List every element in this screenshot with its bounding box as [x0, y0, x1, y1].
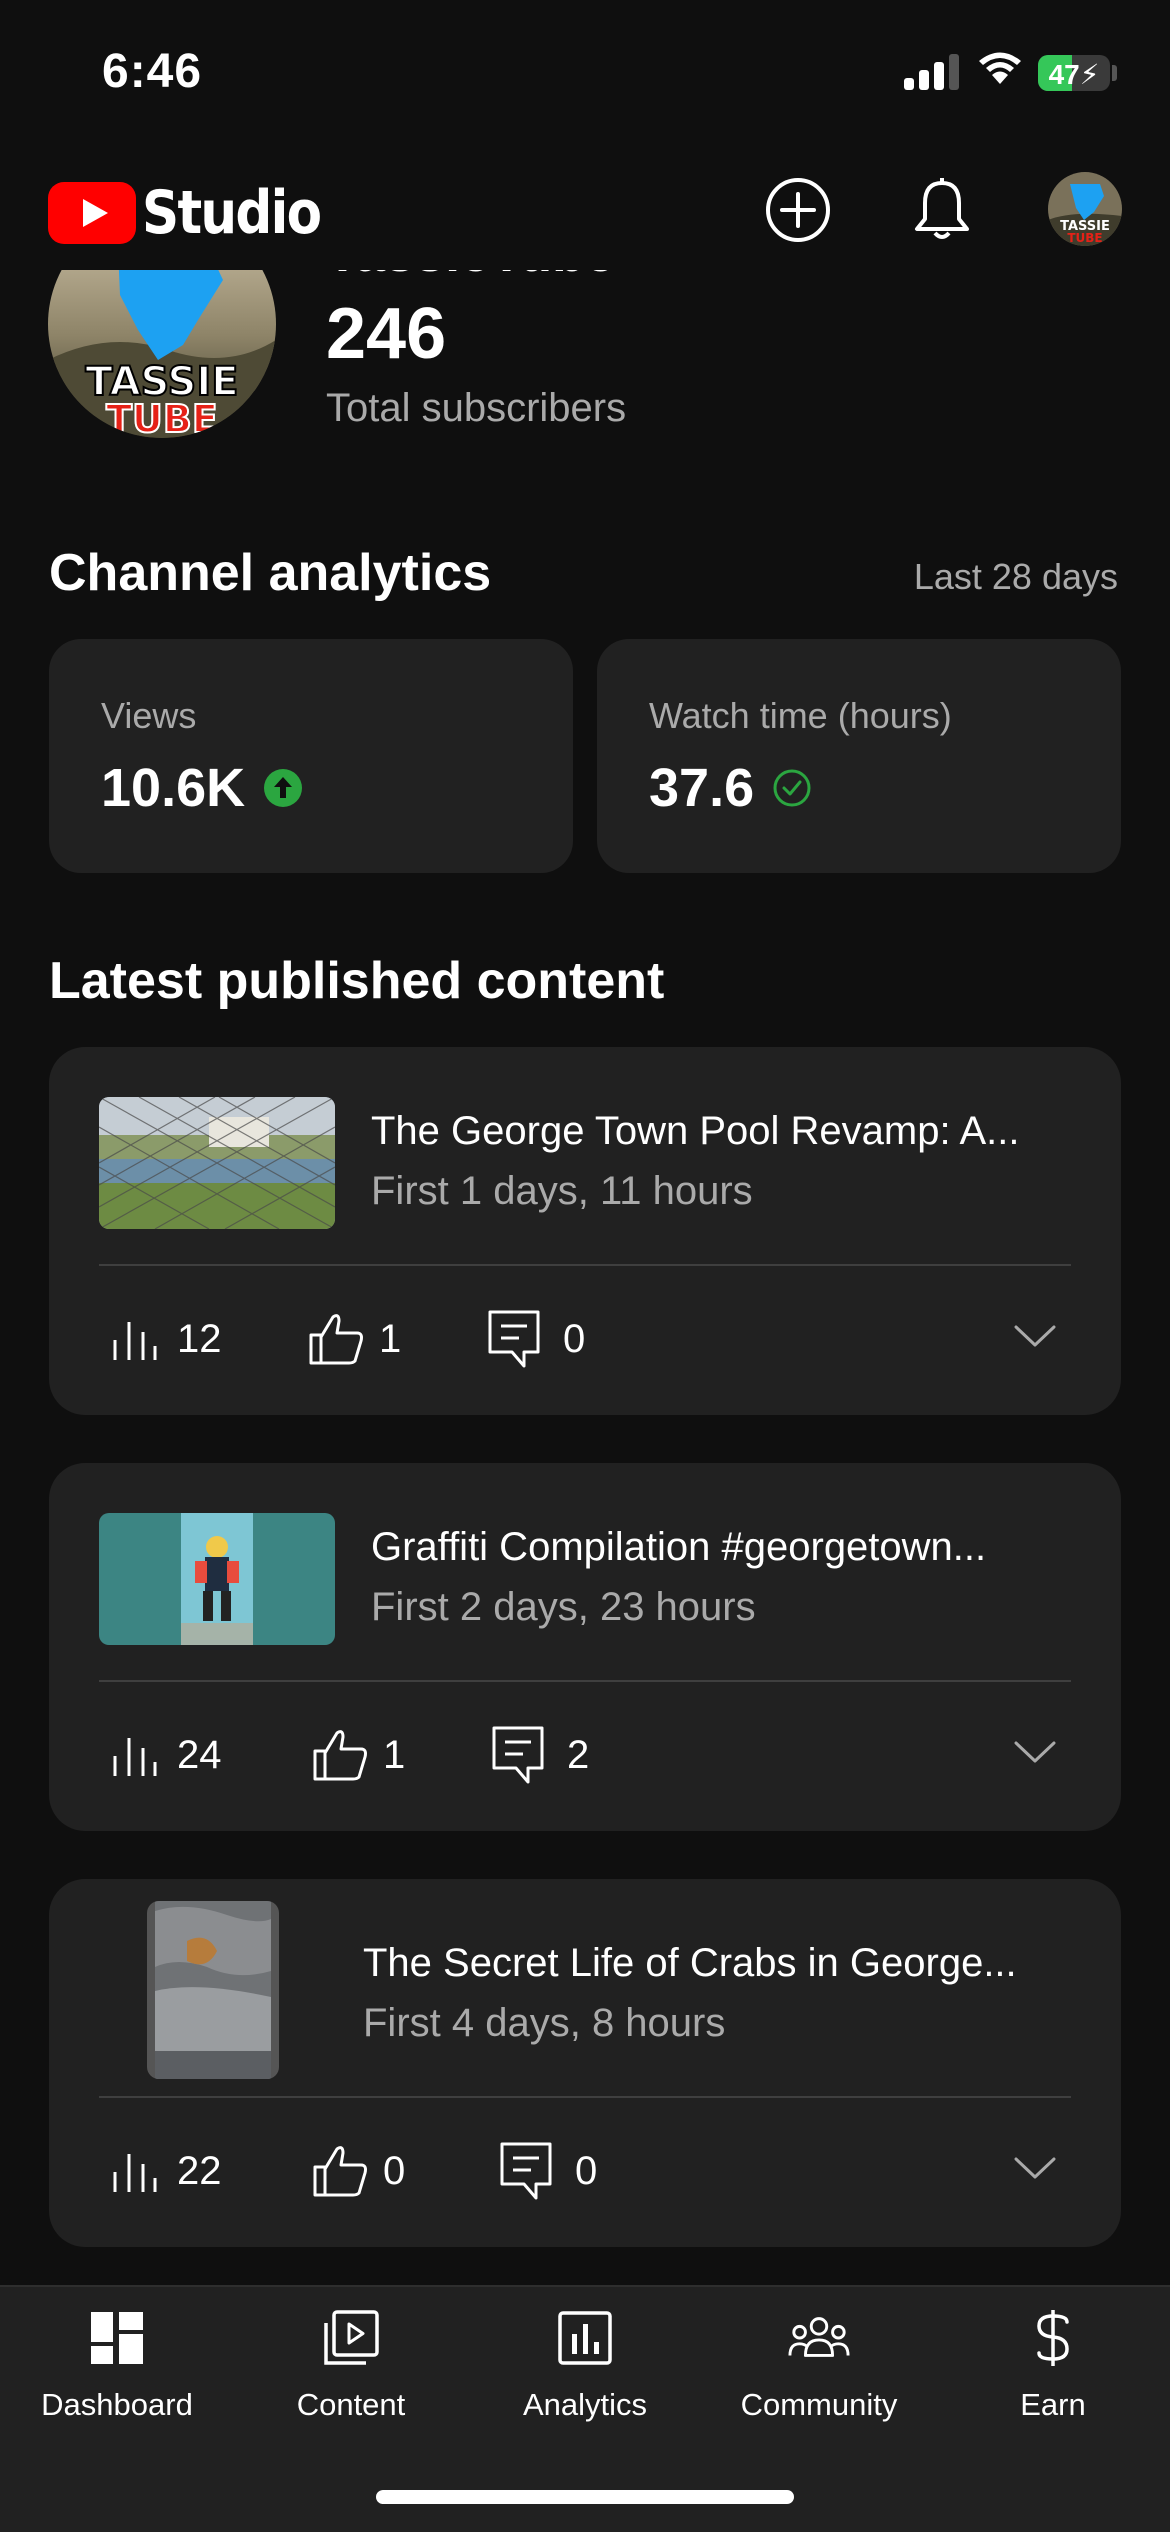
comments-count: 2 — [567, 1732, 590, 1777]
channel-summary: TASSIE TUBE TassieTube 246 Total subscri… — [0, 270, 1170, 470]
views-metric: 24 — [111, 1725, 222, 1785]
analytics-bars-icon — [113, 2154, 157, 2192]
views-count: 22 — [177, 2148, 222, 2193]
plus-circle-icon — [766, 178, 830, 242]
analytics-bars-icon — [113, 1322, 157, 1360]
nav-content[interactable]: Content — [234, 2307, 468, 2423]
dashboard-icon — [91, 2312, 143, 2364]
channel-analytics-title: Channel analytics — [49, 544, 492, 602]
studio-logo[interactable]: Studio — [48, 178, 349, 248]
nav-dashboard[interactable]: Dashboard — [0, 2307, 234, 2423]
arrow-up-circle-icon — [264, 769, 303, 807]
check-circle-icon — [773, 769, 811, 807]
likes-metric: 1 — [307, 1309, 401, 1369]
comments-metric: 0 — [487, 1309, 585, 1369]
views-label: Views — [101, 695, 197, 736]
video-thumbnail[interactable] — [147, 1901, 279, 2079]
comments-count: 0 — [563, 1316, 586, 1361]
thumbs-up-icon — [313, 1730, 367, 1781]
thumbs-up-icon — [309, 1314, 363, 1365]
bell-icon — [915, 178, 969, 239]
channel-avatar[interactable]: TASSIE TUBE — [48, 270, 276, 438]
status-bar: 6:46 47⚡ — [0, 0, 1170, 140]
subscriber-count: 246 — [326, 294, 447, 374]
youtube-play-icon — [48, 182, 136, 244]
create-button[interactable] — [762, 174, 834, 246]
nav-community[interactable]: Community — [702, 2307, 936, 2423]
comment-icon — [488, 1310, 540, 1368]
nav-earn[interactable]: Earn — [936, 2307, 1170, 2423]
comment-icon — [500, 2142, 552, 2200]
battery-icon: 47⚡ — [1038, 55, 1110, 91]
community-icon — [788, 2317, 850, 2357]
video-title: The George Town Pool Revamp: A... — [371, 1109, 1020, 1153]
divider — [99, 1680, 1071, 1682]
content-card[interactable]: The Secret Life of Crabs in George... Fi… — [49, 1879, 1121, 2247]
video-subtitle: First 2 days, 23 hours — [371, 1585, 756, 1629]
cellular-signal-icon — [904, 52, 960, 90]
divider — [99, 1264, 1071, 1266]
account-avatar-text-tube: TUBE — [1067, 231, 1102, 245]
content-card[interactable]: The George Town Pool Revamp: A... First … — [49, 1047, 1121, 1415]
divider — [99, 2096, 1071, 2098]
watch-time-card[interactable]: Watch time (hours) 37.6 — [597, 639, 1121, 873]
analytics-bars-icon — [113, 1738, 157, 1776]
video-thumbnail[interactable] — [99, 1097, 335, 1229]
account-avatar[interactable]: TASSIE TUBE — [1048, 172, 1122, 246]
likes-metric: 1 — [311, 1725, 405, 1785]
home-indicator[interactable] — [376, 2490, 794, 2504]
watch-time-value-row: 37.6 — [649, 757, 812, 819]
nav-label-community: Community — [740, 2387, 898, 2422]
subscriber-label: Total subscribers — [326, 386, 627, 430]
comment-icon — [492, 1726, 544, 1784]
battery-percent: 47⚡ — [1048, 59, 1100, 90]
chevron-down-icon[interactable] — [1013, 1739, 1057, 1765]
likes-metric: 0 — [311, 2141, 405, 2201]
video-title: Graffiti Compilation #georgetown... — [371, 1525, 987, 1569]
views-card[interactable]: Views 10.6K — [49, 639, 573, 873]
nav-analytics[interactable]: Analytics — [468, 2307, 702, 2423]
likes-count: 1 — [383, 1732, 406, 1777]
watch-time-label: Watch time (hours) — [649, 695, 952, 736]
video-subtitle: First 4 days, 8 hours — [363, 2001, 726, 2045]
views-count: 24 — [177, 1732, 222, 1777]
battery-cap — [1112, 65, 1117, 81]
likes-count: 1 — [379, 1316, 402, 1361]
comments-metric: 2 — [491, 1725, 589, 1785]
nav-label-earn: Earn — [1020, 2387, 1086, 2422]
date-range[interactable]: Last 28 days — [914, 556, 1118, 598]
logo-text: Studio — [142, 178, 322, 248]
dollar-icon — [1037, 2310, 1069, 2366]
app-header: Studio TASSIE TUBE — [0, 150, 1170, 270]
notifications-button[interactable] — [906, 174, 978, 246]
video-thumbnail[interactable] — [99, 1513, 335, 1645]
status-time: 6:46 — [102, 45, 203, 98]
nav-label-dashboard: Dashboard — [41, 2387, 193, 2422]
nav-label-analytics: Analytics — [522, 2387, 648, 2422]
views-value-row: 10.6K — [101, 757, 303, 819]
views-metric: 22 — [111, 2141, 222, 2201]
chevron-down-icon[interactable] — [1013, 2155, 1057, 2181]
comments-count: 0 — [575, 2148, 598, 2193]
latest-content-title: Latest published content — [49, 952, 665, 1010]
channel-name: TassieTube — [326, 270, 615, 284]
content-card[interactable]: Graffiti Compilation #georgetown... Firs… — [49, 1463, 1121, 1831]
nav-label-content: Content — [296, 2387, 406, 2422]
wifi-icon — [979, 52, 1021, 84]
video-title: The Secret Life of Crabs in George... — [363, 1941, 1017, 1985]
video-subtitle: First 1 days, 11 hours — [371, 1169, 753, 1213]
views-metric: 12 — [111, 1309, 222, 1369]
watch-time-value: 37.6 — [649, 758, 755, 818]
views-count: 12 — [177, 1316, 222, 1361]
analytics-icon — [558, 2311, 612, 2365]
thumbs-up-icon — [313, 2146, 367, 2197]
likes-count: 0 — [383, 2148, 406, 2193]
chevron-down-icon[interactable] — [1013, 1323, 1057, 1349]
avatar-text-tube: TUBE — [106, 397, 218, 438]
views-value: 10.6K — [101, 758, 246, 818]
comments-metric: 0 — [499, 2141, 597, 2201]
content-icon — [324, 2310, 379, 2365]
